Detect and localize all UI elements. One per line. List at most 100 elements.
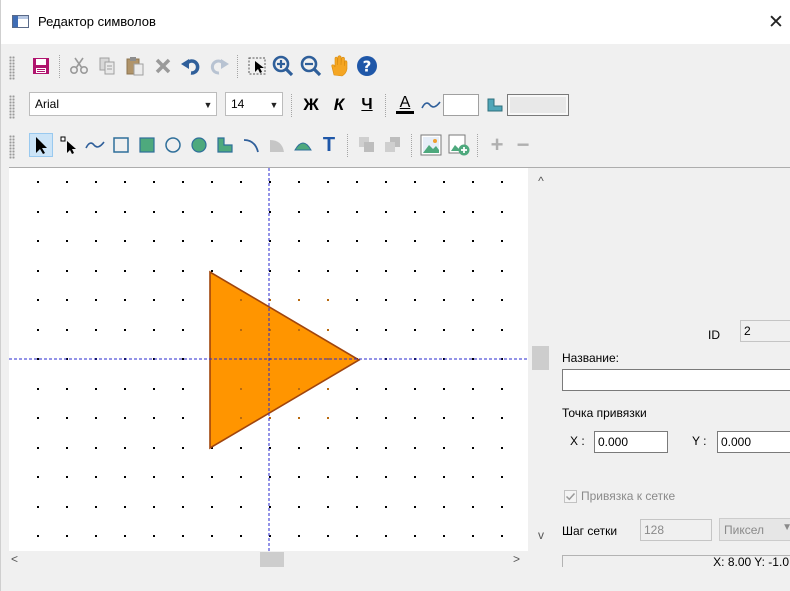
grid-dot — [501, 388, 503, 390]
horizontal-scroll-thumb[interactable] — [260, 552, 284, 567]
grid-dot — [182, 417, 184, 419]
bring-front-icon[interactable] — [355, 133, 379, 157]
grid-dot — [443, 181, 445, 183]
image-icon[interactable] — [419, 133, 443, 157]
zoom-in-icon[interactable] — [271, 54, 295, 78]
arc-icon[interactable] — [239, 133, 263, 157]
grid-dot — [37, 329, 39, 331]
grid-dot — [66, 299, 68, 301]
drawing-canvas[interactable] — [9, 168, 528, 551]
grid-dot — [385, 388, 387, 390]
fill-color-swatch[interactable] — [507, 94, 569, 116]
toolbar-grip[interactable] — [9, 135, 15, 159]
text-icon[interactable]: T — [317, 133, 341, 157]
polygon-icon[interactable] — [213, 133, 237, 157]
grid-dot — [501, 270, 503, 272]
grid-dot — [66, 388, 68, 390]
horizontal-scrollbar[interactable]: < > — [9, 551, 528, 568]
pie-icon[interactable] — [265, 133, 289, 157]
grid-dot — [124, 299, 126, 301]
underline-button[interactable]: Ч — [355, 93, 379, 117]
grid-dot — [356, 181, 358, 183]
bold-button[interactable]: Ж — [299, 93, 323, 117]
toolbar-grip[interactable] — [9, 56, 15, 80]
grid-dot — [501, 181, 503, 183]
grid-dot — [298, 270, 300, 272]
anchor-y-field[interactable]: 0.000 — [717, 431, 790, 453]
pointer-icon[interactable] — [29, 133, 53, 157]
grid-dot — [182, 240, 184, 242]
grid-dot — [472, 476, 474, 478]
unit-value: Пиксел — [724, 523, 764, 537]
filled-rectangle-icon[interactable] — [135, 133, 159, 157]
grid-dot — [385, 181, 387, 183]
paste-icon[interactable] — [123, 54, 147, 78]
add-image-icon[interactable] — [447, 133, 471, 157]
ellipse-icon[interactable] — [161, 133, 185, 157]
grid-step-field[interactable]: 128 — [640, 519, 712, 541]
grid-dot — [153, 181, 155, 183]
grid-dot — [240, 388, 242, 390]
font-color-button[interactable]: A — [393, 92, 417, 116]
grid-dot — [240, 329, 242, 331]
grid-dot — [356, 417, 358, 419]
grid-dot — [443, 535, 445, 537]
vertical-scrollbar[interactable]: ^ v — [528, 168, 554, 551]
grid-dot — [95, 388, 97, 390]
canvas-svg[interactable] — [9, 168, 528, 551]
close-button[interactable]: ✕ — [761, 8, 790, 36]
svg-text:?: ? — [363, 58, 372, 76]
delete-x-icon[interactable] — [151, 54, 175, 78]
rectangle-icon[interactable] — [109, 133, 133, 157]
help-icon[interactable]: ? — [355, 54, 379, 78]
redo-icon[interactable] — [207, 54, 231, 78]
hand-icon[interactable] — [327, 54, 351, 78]
chevron-down-icon[interactable]: ▼ — [266, 93, 282, 115]
undo-icon[interactable] — [179, 54, 203, 78]
scissors-icon[interactable] — [67, 54, 91, 78]
name-field[interactable] — [562, 369, 790, 391]
scroll-up-arrow[interactable]: ^ — [528, 174, 554, 188]
save-icon[interactable] — [29, 54, 53, 78]
line-color-icon[interactable] — [419, 93, 443, 117]
plus-icon[interactable]: + — [485, 132, 509, 157]
unit-select[interactable]: Пиксел ▼ — [719, 518, 790, 541]
italic-button[interactable]: К — [327, 93, 351, 117]
grid-dot — [153, 388, 155, 390]
grid-dot — [472, 388, 474, 390]
grid-dot — [240, 447, 242, 449]
snap-to-grid-checkbox[interactable] — [564, 490, 577, 503]
grid-dot — [501, 506, 503, 508]
chevron-down-icon[interactable]: ▼ — [200, 93, 216, 115]
scroll-down-arrow[interactable]: v — [528, 528, 554, 542]
scroll-right-arrow[interactable]: > — [513, 551, 520, 568]
node-pointer-icon[interactable] — [57, 133, 81, 157]
fill-color-icon[interactable] — [483, 93, 507, 117]
vertical-scroll-thumb[interactable] — [532, 346, 549, 370]
grid-dot — [124, 240, 126, 242]
grid-dot — [269, 506, 271, 508]
toolbar-separator — [291, 94, 292, 118]
zoom-out-icon[interactable] — [299, 54, 323, 78]
grid-dot — [95, 476, 97, 478]
anchor-x-field[interactable]: 0.000 — [594, 431, 668, 453]
grid-dot — [66, 417, 68, 419]
grid-dot — [95, 329, 97, 331]
grid-dot — [414, 417, 416, 419]
polyline-icon[interactable] — [83, 133, 107, 157]
copy-icon[interactable] — [95, 54, 119, 78]
chord-icon[interactable] — [291, 133, 315, 157]
grid-dot — [327, 358, 329, 360]
select-region-icon[interactable] — [245, 54, 269, 78]
minus-icon[interactable]: − — [511, 132, 535, 157]
grid-dot — [414, 211, 416, 213]
line-color-swatch[interactable] — [443, 94, 479, 116]
scroll-left-arrow[interactable]: < — [11, 551, 18, 568]
send-back-icon[interactable] — [381, 133, 405, 157]
font-name-combo[interactable]: Arial ▼ — [29, 92, 217, 116]
toolbar-grip[interactable] — [9, 95, 15, 119]
anchor-x-label: X : — [570, 434, 585, 448]
font-size-combo[interactable]: 14 ▼ — [225, 92, 283, 116]
filled-ellipse-icon[interactable] — [187, 133, 211, 157]
grid-dot — [414, 447, 416, 449]
